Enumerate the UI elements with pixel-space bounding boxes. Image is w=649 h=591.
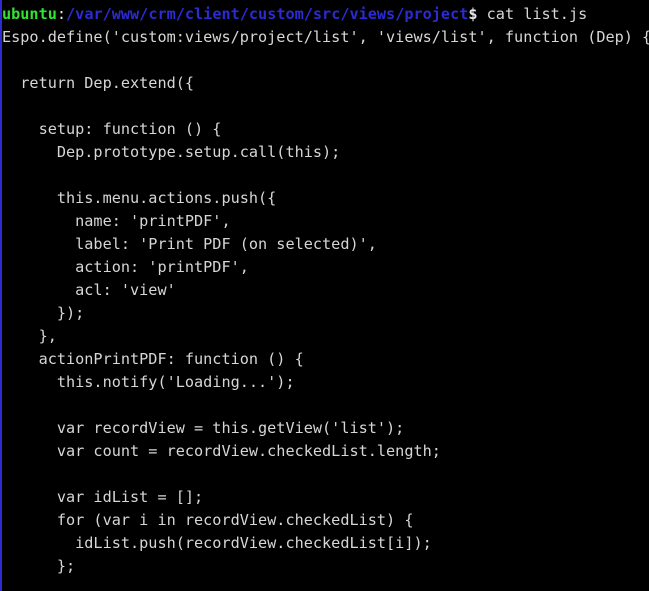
output-line: Dep.prototype.setup.call(this); xyxy=(2,143,341,161)
output-line: var count = recordView.checkedList.lengt… xyxy=(2,442,441,460)
terminal-window[interactable]: ubuntu:/var/www/crm/client/custom/src/vi… xyxy=(0,0,649,591)
command-output: Espo.define('custom:views/project/list',… xyxy=(2,26,649,591)
output-line: Espo.define('custom:views/project/list',… xyxy=(2,28,649,46)
prompt-symbol: $ xyxy=(468,5,478,23)
output-line: actionPrintPDF: function () { xyxy=(2,350,304,368)
output-line: this.notify('Loading...'); xyxy=(2,373,295,391)
output-line: name: 'printPDF', xyxy=(2,212,231,230)
output-line: for (var i in recordView.checkedList) { xyxy=(2,511,414,529)
output-line: }); xyxy=(2,304,85,322)
prompt-line: ubuntu:/var/www/crm/client/custom/src/vi… xyxy=(2,3,649,26)
output-line: }; xyxy=(2,557,76,575)
output-line: var recordView = this.getView('list'); xyxy=(2,419,405,437)
output-line: setup: function () { xyxy=(2,120,222,138)
output-line: idList.push(recordView.checkedList[i]); xyxy=(2,534,432,552)
output-line: var idList = []; xyxy=(2,488,204,506)
output-line: this.menu.actions.push({ xyxy=(2,189,277,207)
output-line: acl: 'view' xyxy=(2,281,176,299)
prompt-user: ubuntu xyxy=(2,5,57,23)
prompt-command: cat list.js xyxy=(477,5,588,23)
output-line: return Dep.extend({ xyxy=(2,74,195,92)
output-line: }, xyxy=(2,327,57,345)
prompt-separator: : xyxy=(56,5,67,23)
output-line: label: 'Print PDF (on selected)', xyxy=(2,235,377,253)
prompt-path: /var/www/crm/client/custom/src/views/pro… xyxy=(66,5,469,23)
output-line: action: 'printPDF', xyxy=(2,258,249,276)
